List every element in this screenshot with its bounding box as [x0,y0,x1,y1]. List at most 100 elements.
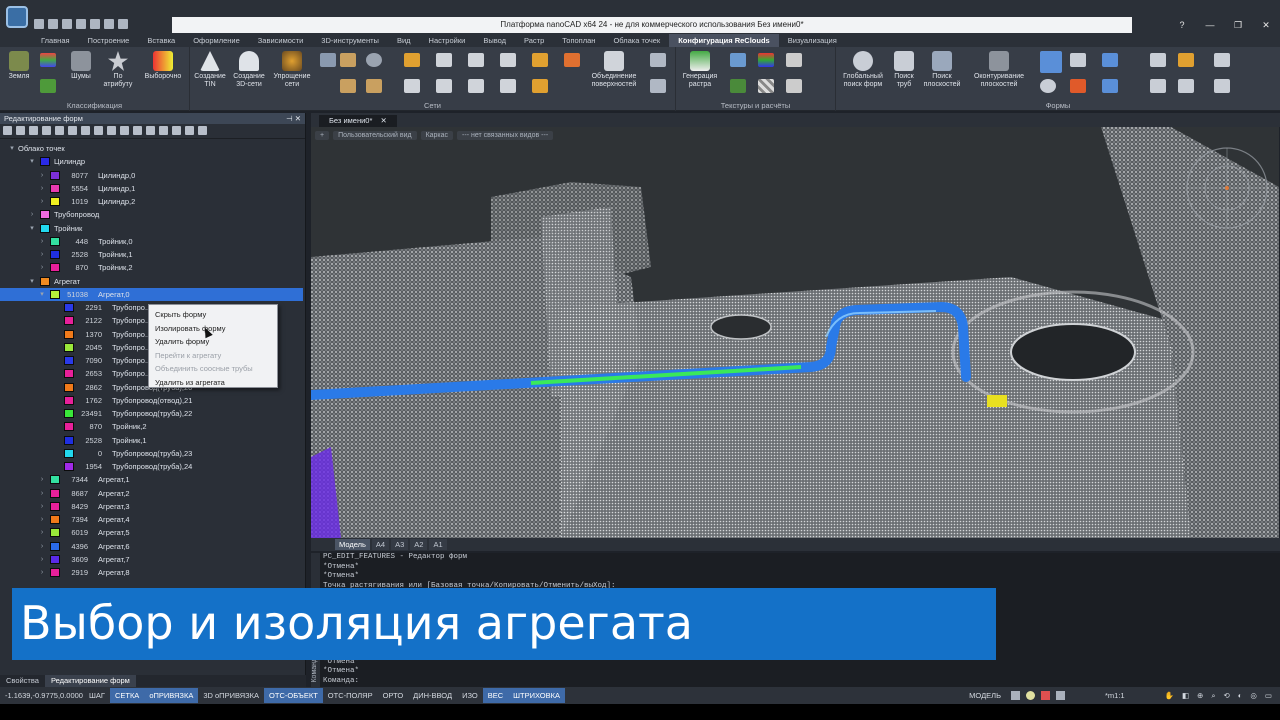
settings-gear-icon[interactable] [1040,79,1056,93]
merge-icon[interactable] [68,126,77,135]
tree-toggle-icon[interactable]: › [38,248,46,261]
create-tin-button[interactable]: Создание TIN [192,51,228,89]
cursor-icon[interactable] [1041,691,1050,700]
undo-icon[interactable] [90,19,100,29]
texture-icon[interactable] [730,53,746,67]
noise-button[interactable]: Шумы [64,51,98,81]
box-icon[interactable] [146,126,155,135]
print-icon[interactable] [118,19,128,29]
ribbon-tab-5[interactable]: 3D-инструменты [312,34,388,47]
ribbon-tab-2[interactable]: Вставка [138,34,184,47]
ribbon-tab-6[interactable]: Вид [388,34,420,47]
merge-surfaces-button[interactable]: Объединение поверхностей [586,51,642,89]
tree-toggle-icon[interactable]: › [38,235,46,248]
tree-toggle-icon[interactable]: › [38,169,46,182]
triangle-tool-icon[interactable] [500,53,516,67]
play-icon[interactable] [94,126,103,135]
heatmap-icon[interactable] [758,53,774,67]
viewport-view-selector[interactable]: Пользовательский вид [333,131,417,140]
tree-row[interactable]: › 7394 Агрегат,4 [0,513,303,526]
global-shape-search-button[interactable]: Глобальный поиск форм [838,51,888,89]
mesh-tool-icon[interactable] [320,53,336,67]
add-icon[interactable] [120,126,129,135]
layers-icon[interactable] [786,53,802,67]
ribbon-tab-1[interactable]: Построение [79,34,139,47]
tree-toggle-icon[interactable]: › [38,473,46,486]
tree-row[interactable]: › 7344 Агрегат,1 [0,473,303,486]
zoom-extents-icon[interactable]: ⌕ [1211,688,1215,703]
new-file-icon[interactable] [34,19,44,29]
volume-icon[interactable] [730,79,746,93]
viewport-linked-views[interactable]: --- нет связанных видов --- [457,131,554,140]
save-all-icon[interactable] [76,19,86,29]
tree-row[interactable]: › 4396 Агрегат,6 [0,540,303,553]
arrow-icon[interactable] [107,126,116,135]
tree-row[interactable]: › 8429 Агрегат,3 [0,500,303,513]
viewport-style-selector[interactable]: Каркас [420,131,454,140]
pipe-search-button[interactable]: Поиск труб [890,51,918,89]
tree-row[interactable]: 2528 Тройник,1 [0,434,303,447]
document-close-icon[interactable]: ✕ [380,116,386,125]
zoom-icon[interactable]: ⊕ [1197,688,1203,703]
3d-viewport[interactable]: + Пользовательский вид Каркас --- нет св… [311,127,1279,538]
ribbon-tab-4[interactable]: Зависимости [249,34,313,47]
ribbon-tab-9[interactable]: Растр [515,34,553,47]
tree-row[interactable]: ▾ Тройник [0,222,303,235]
color-swatch[interactable] [40,223,50,233]
layout-tab-4[interactable]: A1 [429,539,447,550]
layout-tab-1[interactable]: A4 [371,539,390,550]
status-toggle-3[interactable]: 3D оПРИВЯЗКА [198,688,264,703]
tree-row[interactable]: › 6019 Агрегат,5 [0,526,303,539]
cylinder-icon[interactable] [1214,53,1230,67]
color-classify-icon[interactable] [40,53,56,67]
tree-toggle-icon[interactable]: ▾ [38,288,46,301]
tree-toggle-icon[interactable]: › [38,182,46,195]
status-toggle-9[interactable]: ВЕС [482,688,509,703]
tree-toggle-icon[interactable]: › [38,487,46,500]
tree-row[interactable]: › 3609 Агрегат,7 [0,553,303,566]
light-icon[interactable] [1026,691,1035,700]
plane-search-button[interactable]: Поиск плоскостей [922,51,962,89]
tree-row[interactable]: › 2919 Агрегат,8 [0,566,303,579]
points-icon[interactable] [1102,53,1118,67]
ribbon-tab-13[interactable]: Визуализация [779,34,846,47]
vegetation-icon[interactable] [40,79,56,93]
tree-toggle-icon[interactable]: › [38,540,46,553]
split-icon[interactable] [55,126,64,135]
ribbon-tab-10[interactable]: Топоплан [553,34,604,47]
ribbon-tab-7[interactable]: Настройки [420,34,475,47]
tree-row[interactable]: 870 Тройник,2 [0,420,303,433]
scale-indicator[interactable]: *m1:1 [1100,688,1130,703]
tree-toggle-icon[interactable]: ▾ [28,275,36,288]
status-toggle-10[interactable]: ШТРИХОВКА [508,688,565,703]
status-toggle-2[interactable]: оПРИВЯЗКА [144,688,199,703]
panel-pin-close[interactable]: ⊣ ✕ [286,113,305,124]
ribbon-tab-0[interactable]: Главная [32,34,79,47]
tree-toggle-icon[interactable]: › [38,261,46,274]
isolate-icon[interactable] [29,126,38,135]
by-attribute-button[interactable]: По атрибуту [100,51,136,89]
status-toggle-7[interactable]: ДИН-ВВОД [408,688,457,703]
cloud-tool-icon[interactable] [366,53,382,67]
split-face-icon[interactable] [500,79,516,93]
ribbon-tab-8[interactable]: Вывод [474,34,515,47]
color-swatch[interactable] [40,276,50,286]
app-logo-icon[interactable] [6,6,28,28]
tree-toggle-icon[interactable]: ▾ [28,155,36,168]
color-swatch[interactable] [40,157,50,167]
status-toggle-5[interactable]: ОТС-ПОЛЯР [323,688,378,703]
raster-generation-button[interactable]: Генерация растра [678,51,722,89]
elbow3-icon[interactable] [1178,79,1194,93]
maximize-icon[interactable]: ❐ [1224,17,1252,33]
compare-icon[interactable] [786,79,802,93]
context-menu-item[interactable]: Удалить форму [149,335,277,349]
cone-icon[interactable] [185,126,194,135]
context-menu-item[interactable]: Скрыть форму [149,308,277,322]
mesh-color-icon[interactable] [532,79,548,93]
tree-toggle-icon[interactable]: ▾ [8,142,16,155]
vertex-tool-icon[interactable] [404,53,420,67]
elbow2-icon[interactable] [1150,79,1166,93]
refresh-icon[interactable] [16,126,25,135]
favorite-star-icon[interactable] [1070,53,1086,67]
ribbon-tab-3[interactable]: Оформление [184,34,249,47]
